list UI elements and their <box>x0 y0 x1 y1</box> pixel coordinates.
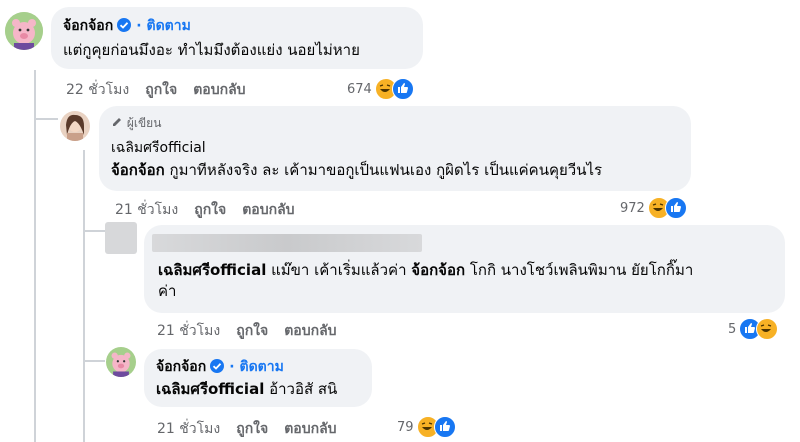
reply-button[interactable]: ตอบกลับ <box>284 421 336 437</box>
comment-text: จ้อกจ้อก กูมาทีหลังจริง ละ เค้ามาขอกูเป็… <box>111 160 602 181</box>
comment-actions: 21 ชั่วโมง ถูกใจ ตอบกลับ <box>115 199 311 221</box>
comment-author[interactable]: เฉลิมศรีofficial <box>111 137 206 159</box>
reaction-summary[interactable]: 972 <box>620 197 687 219</box>
avatar-pig-image <box>106 347 136 377</box>
verified-badge-icon <box>210 359 225 373</box>
reply-button[interactable]: ตอบกลับ <box>284 323 336 339</box>
pencil-icon <box>113 118 121 126</box>
comment-time[interactable]: 21 ชั่วโมง <box>157 323 220 339</box>
thread-line-nested <box>83 150 85 442</box>
comment-bubble: จ้อกจ้อก · ติดตาม เฉลิมศรีofficial อ้าวอ… <box>144 349 372 407</box>
comment-time[interactable]: 21 ชั่วโมง <box>157 421 220 437</box>
reaction-count: 674 <box>347 81 372 97</box>
reply-button[interactable]: ตอบกลับ <box>193 82 245 98</box>
like-reaction-icon <box>391 78 414 100</box>
comment-text-line2: ค่า <box>158 282 177 300</box>
like-button[interactable]: ถูกใจ <box>236 323 268 339</box>
reaction-count: 79 <box>397 419 414 435</box>
reaction-summary[interactable]: 5 <box>728 318 779 340</box>
reaction-summary[interactable]: 674 <box>347 78 414 100</box>
like-button[interactable]: ถูกใจ <box>145 82 177 98</box>
avatar-photo <box>60 111 90 141</box>
reaction-count: 5 <box>728 321 737 337</box>
mention-link[interactable]: จ้อกจ้อก <box>411 261 465 279</box>
thread-line <box>34 70 36 442</box>
avatar[interactable] <box>106 347 136 377</box>
mention-link[interactable]: เฉลิมศรีofficial <box>158 261 266 279</box>
author-badge: ผู้เขียน <box>126 116 162 130</box>
verified-badge-icon <box>117 18 132 32</box>
comment-actions: 21 ชั่วโมง ถูกใจ ตอบกลับ <box>157 320 353 342</box>
avatar-blurred[interactable] <box>105 222 137 254</box>
like-reaction-icon <box>664 197 687 219</box>
thread-connector <box>83 360 105 362</box>
comment-author[interactable]: จ้อกจ้อก <box>63 18 113 34</box>
mention-link[interactable]: เฉลิมศรีofficial <box>156 380 264 398</box>
like-button[interactable]: ถูกใจ <box>236 421 268 437</box>
thread-connector <box>34 118 58 120</box>
comment-time[interactable]: 22 ชั่วโมง <box>66 82 129 98</box>
reaction-summary[interactable]: 79 <box>397 416 456 438</box>
comment-bubble: ผู้เขียน เฉลิมศรีofficial จ้อกจ้อก กูมาท… <box>99 106 691 191</box>
reply-button[interactable]: ตอบกลับ <box>242 202 294 218</box>
haha-reaction-icon <box>756 318 779 340</box>
avatar[interactable] <box>60 111 90 141</box>
comment-bubble: เฉลิมศรีofficial แม๊ขา เค้าเริ่มแล้วค่า … <box>144 225 785 313</box>
reaction-count: 972 <box>620 200 645 216</box>
comment-text: แต่กูคุยก่อนมึงอะ ทำไมมึงต้องแย่ง นอยไม่… <box>63 41 360 59</box>
blurred-author-name <box>152 234 422 252</box>
follow-button[interactable]: · ติดตาม <box>136 18 191 34</box>
comment-actions: 22 ชั่วโมง ถูกใจ ตอบกลับ <box>66 79 262 101</box>
avatar-pig-image <box>5 12 43 50</box>
comment-bubble: จ้อกจ้อก · ติดตาม แต่กูคุยก่อนมึงอะ ทำไม… <box>51 7 423 69</box>
comment-author[interactable]: จ้อกจ้อก <box>156 359 206 375</box>
comment-body: แม๊ขา เค้าเริ่มแล้วค่า <box>266 261 412 279</box>
like-reaction-icon <box>433 416 456 438</box>
comment-text: เฉลิมศรีofficial แม๊ขา เค้าเริ่มแล้วค่า … <box>158 260 693 281</box>
mention-link[interactable]: จ้อกจ้อก <box>111 161 165 179</box>
comment-actions: 21 ชั่วโมง ถูกใจ ตอบกลับ <box>157 418 353 440</box>
comment-body: กูมาทีหลังจริง ละ เค้ามาขอกูเป็นแฟนเอง ก… <box>164 161 603 179</box>
thread-connector <box>83 230 105 232</box>
comment-text: เฉลิมศรีofficial อ้าวอิสั สนิ <box>156 379 337 400</box>
follow-button[interactable]: · ติดตาม <box>229 359 284 375</box>
comment-body: โกกิ นางโชว์เพลินพิมาน ยัยโกกิ๊มา <box>465 261 694 279</box>
comment-body: อ้าวอิสั สนิ <box>264 380 338 398</box>
avatar[interactable] <box>5 12 43 50</box>
like-button[interactable]: ถูกใจ <box>194 202 226 218</box>
comment-time[interactable]: 21 ชั่วโมง <box>115 202 178 218</box>
